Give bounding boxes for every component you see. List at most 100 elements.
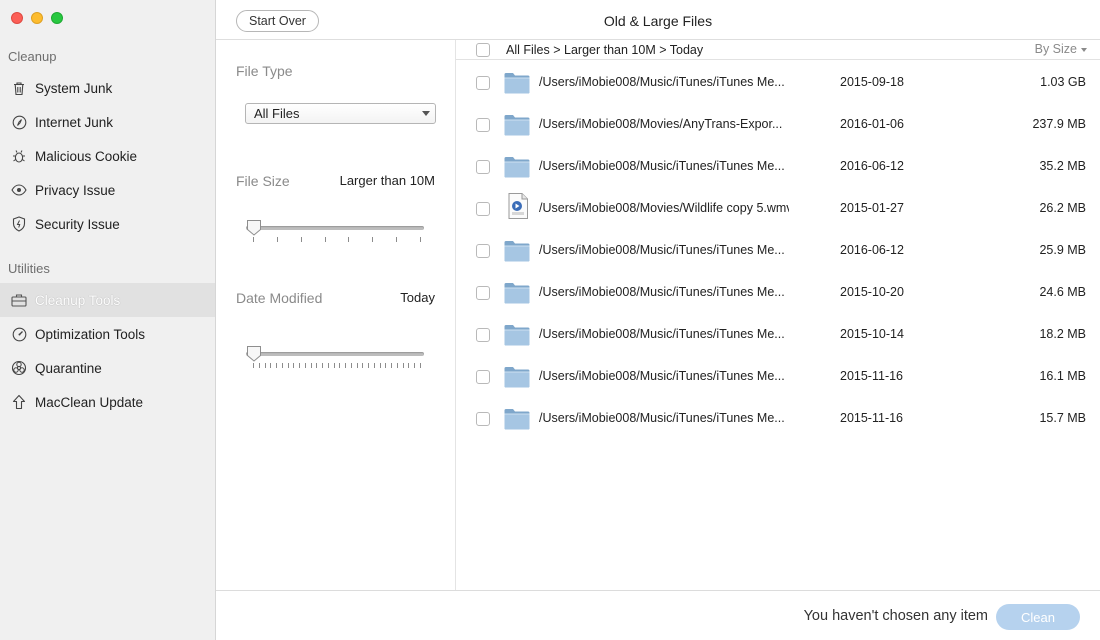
- file-size: 24.6 MB: [1039, 285, 1086, 299]
- file-size: 16.1 MB: [1039, 369, 1086, 383]
- close-window-button[interactable]: [11, 12, 23, 24]
- file-date: 2016-06-12: [840, 159, 904, 173]
- file-size-slider[interactable]: [246, 219, 424, 242]
- folder-icon: [503, 153, 531, 179]
- table-row[interactable]: /Users/iMobie008/Music/iTunes/iTunes Me.…: [456, 355, 1100, 397]
- file-date: 2015-10-14: [840, 327, 904, 341]
- file-size: 1.03 GB: [1040, 75, 1086, 89]
- file-size: 15.7 MB: [1039, 411, 1086, 425]
- slider-tick: [287, 363, 289, 368]
- slider-ticks: [253, 237, 421, 242]
- file-path: /Users/iMobie008/Music/iTunes/iTunes Me.…: [539, 369, 785, 383]
- file-date: 2016-01-06: [840, 117, 904, 131]
- row-checkbox[interactable]: [476, 202, 490, 216]
- row-checkbox[interactable]: [476, 118, 490, 132]
- slider-tick: [419, 237, 421, 242]
- row-checkbox[interactable]: [476, 286, 490, 300]
- sidebar-item-optimization-tools[interactable]: Optimization Tools: [0, 317, 215, 351]
- file-size: 25.9 MB: [1039, 243, 1086, 257]
- slider-tick: [310, 363, 312, 368]
- slider-tick: [373, 363, 375, 368]
- file-path: /Users/iMobie008/Music/iTunes/iTunes Me.…: [539, 285, 785, 299]
- file-path: /Users/iMobie008/Music/iTunes/iTunes Me.…: [539, 75, 785, 89]
- toolbox-icon: [10, 291, 28, 309]
- file-date: 2015-09-18: [840, 75, 904, 89]
- file-date: 2015-11-16: [840, 369, 904, 383]
- slider-tick: [276, 237, 278, 242]
- folder-icon: [503, 69, 531, 95]
- folder-icon: [503, 321, 531, 347]
- compass-icon: [10, 113, 28, 131]
- file-size: 26.2 MB: [1039, 201, 1086, 215]
- row-checkbox[interactable]: [476, 328, 490, 342]
- table-row[interactable]: /Users/iMobie008/Music/iTunes/iTunes Me.…: [456, 397, 1100, 439]
- file-size-value: Larger than 10M: [339, 173, 435, 188]
- slider-tick: [362, 363, 364, 368]
- slider-thumb[interactable]: [246, 345, 262, 362]
- sort-dropdown[interactable]: By Size: [1035, 42, 1087, 56]
- row-checkbox[interactable]: [476, 76, 490, 90]
- slider-tick: [379, 363, 381, 368]
- folder-icon: [503, 405, 531, 431]
- sidebar-item-label: MacClean Update: [35, 394, 144, 410]
- file-type-selected: All Files: [254, 106, 300, 121]
- section-label-cleanup: Cleanup: [8, 49, 57, 64]
- slider-tick: [253, 237, 254, 242]
- date-modified-slider[interactable]: [246, 345, 424, 368]
- file-type-select[interactable]: All Files: [245, 103, 436, 124]
- slider-tick: [419, 363, 421, 368]
- sidebar-item-privacy-issue[interactable]: Privacy Issue: [0, 173, 215, 207]
- row-checkbox[interactable]: [476, 160, 490, 174]
- file-size: 18.2 MB: [1039, 327, 1086, 341]
- sidebar-item-quarantine[interactable]: Quarantine: [0, 351, 215, 385]
- sidebar-item-label: System Junk: [35, 80, 113, 96]
- row-checkbox[interactable]: [476, 244, 490, 258]
- slider-tick: [339, 363, 341, 368]
- zoom-window-button[interactable]: [51, 12, 63, 24]
- sidebar: Cleanup System Junk Internet Junk Malici…: [0, 0, 216, 640]
- sidebar-item-label: Security Issue: [35, 216, 120, 232]
- table-row[interactable]: /Users/iMobie008/Music/iTunes/iTunes Me.…: [456, 61, 1100, 103]
- table-row[interactable]: /Users/iMobie008/Movies/AnyTrans-Expor..…: [456, 103, 1100, 145]
- slider-tick: [402, 363, 404, 368]
- slider-tick: [293, 363, 295, 368]
- file-date: 2015-01-27: [840, 201, 904, 215]
- table-row[interactable]: /Users/iMobie008/Movies/Wildlife copy 5.…: [456, 187, 1100, 229]
- slider-tick: [414, 363, 415, 368]
- sidebar-item-macclean-update[interactable]: MacClean Update: [0, 385, 215, 419]
- file-date: 2016-06-12: [840, 243, 904, 257]
- sort-label: By Size: [1034, 42, 1077, 56]
- clean-button[interactable]: Clean: [996, 604, 1080, 630]
- table-row[interactable]: /Users/iMobie008/Music/iTunes/iTunes Me.…: [456, 145, 1100, 187]
- trash-icon: [10, 79, 28, 97]
- slider-tick: [300, 237, 302, 242]
- table-row[interactable]: /Users/iMobie008/Music/iTunes/iTunes Me.…: [456, 229, 1100, 271]
- sidebar-item-security-issue[interactable]: Security Issue: [0, 207, 215, 241]
- folder-icon: [503, 279, 531, 305]
- file-list: All Files > Larger than 10M > Today By S…: [456, 40, 1100, 590]
- table-row[interactable]: /Users/iMobie008/Music/iTunes/iTunes Me.…: [456, 313, 1100, 355]
- sidebar-item-system-junk[interactable]: System Junk: [0, 71, 215, 105]
- table-row[interactable]: /Users/iMobie008/Music/iTunes/iTunes Me.…: [456, 271, 1100, 313]
- folder-icon: [503, 363, 531, 389]
- sidebar-item-malicious-cookie[interactable]: Malicious Cookie: [0, 139, 215, 173]
- row-checkbox[interactable]: [476, 370, 490, 384]
- select-all-checkbox[interactable]: [476, 43, 490, 57]
- row-checkbox[interactable]: [476, 412, 490, 426]
- file-path: /Users/iMobie008/Music/iTunes/iTunes Me.…: [539, 327, 785, 341]
- sidebar-item-label: Quarantine: [35, 360, 102, 376]
- minimize-window-button[interactable]: [31, 12, 43, 24]
- sidebar-item-internet-junk[interactable]: Internet Junk: [0, 105, 215, 139]
- section-label-utilities: Utilities: [8, 261, 50, 276]
- sidebar-item-label: Optimization Tools: [35, 326, 146, 342]
- header-bar: Start Over Old & Large Files: [216, 0, 1100, 40]
- sidebar-item-cleanup-tools[interactable]: Cleanup Tools: [0, 283, 215, 317]
- slider-tick: [356, 363, 358, 368]
- slider-thumb[interactable]: [246, 219, 262, 236]
- slider-tick: [391, 363, 392, 368]
- slider-tick: [276, 363, 277, 368]
- sidebar-item-label: Privacy Issue: [35, 182, 116, 198]
- folder-icon: [503, 237, 531, 263]
- bug-icon: [10, 147, 28, 165]
- slider-tick: [258, 363, 260, 368]
